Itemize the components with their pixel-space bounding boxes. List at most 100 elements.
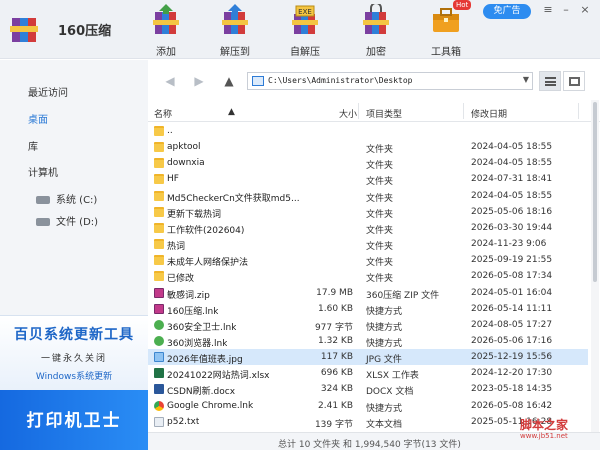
forward-icon[interactable]: ▶ (192, 74, 206, 88)
folder-icon (154, 174, 164, 185)
file-row[interactable]: 敏感词.zip 17.9 MB 360压缩 ZIP 文件 2024-05-01 16:… (148, 285, 588, 301)
drive-icon (36, 196, 50, 204)
file-size: 2.41 KB (318, 400, 353, 411)
file-size: 324 KB (320, 384, 353, 395)
column-date[interactable]: 修改日期 (471, 107, 507, 120)
column-name[interactable]: 名称 (154, 107, 172, 120)
file-row[interactable]: apktool 文件夹 2024-04-05 18:55 (148, 139, 588, 155)
file-date: 2024-12-20 17:30 (471, 368, 553, 379)
top-toolbar: 160压缩 添加 解压到 EXE 自解压 加密 工具箱 Hot 免广告 ≡ – … (0, 0, 600, 59)
grid-view-icon (569, 77, 580, 86)
file-date: 2025-09-19 21:55 (471, 255, 553, 266)
file-name: apktool (167, 142, 201, 153)
file-size: 696 KB (320, 368, 353, 379)
sidebar-item-recent[interactable]: 最近访问 (28, 84, 68, 99)
file-row[interactable]: 更新下载热词 文件夹 2025-05-06 18:16 (148, 204, 588, 220)
svg-text:EXE: EXE (298, 8, 312, 16)
extract-button[interactable]: 解压到 (207, 4, 263, 58)
file-type: DOCX 文档 (366, 387, 414, 398)
hot-badge: Hot (453, 0, 472, 10)
file-type: 文本文档 (366, 419, 403, 430)
sfx-button[interactable]: EXE 自解压 (277, 4, 333, 58)
encrypt-button[interactable]: 加密 (348, 2, 404, 58)
encrypt-label: 加密 (366, 47, 386, 58)
column-divider[interactable] (463, 103, 464, 119)
toolbox-button[interactable]: 工具箱 (418, 4, 474, 58)
file-date: 2023-05-18 14:35 (471, 384, 553, 395)
file-type: JPG 文件 (366, 355, 402, 366)
file-row[interactable]: downxia 文件夹 2024-04-05 18:55 (148, 155, 588, 171)
address-bar[interactable]: C:\Users\Administrator\Desktop ▼ (247, 72, 533, 90)
file-row[interactable]: Md5CheckerCn文件获取md5... 文件夹 2024-04-05 18:5… (148, 188, 588, 204)
file-row[interactable]: Google Chrome.lnk 2.41 KB 快捷方式 2026-05-08 1… (148, 398, 588, 414)
file-date: 2026-03-30 19:44 (471, 222, 553, 233)
list-view-button[interactable] (539, 71, 561, 91)
vertical-scrollbar[interactable] (591, 100, 599, 432)
file-date: 2026-05-08 17:34 (471, 271, 553, 282)
file-name: 360浏览器.lnk (167, 338, 228, 349)
back-icon[interactable]: ◀ (163, 74, 177, 88)
chevron-down-icon[interactable]: ▼ (523, 75, 529, 84)
file-size: 17.9 MB (316, 287, 353, 298)
close-icon[interactable]: × (577, 3, 593, 17)
file-row[interactable]: 热词 文件夹 2024-11-23 9:06 (148, 236, 588, 252)
sidebar-item-drive-d[interactable]: 文件 (D:) (36, 213, 98, 228)
file-row[interactable]: .. (148, 123, 588, 139)
ad1-link[interactable]: Windows系统更新 (0, 369, 148, 382)
file-row[interactable]: 160压缩.lnk 1.60 KB 快捷方式 2026-05-14 11:11 (148, 301, 588, 317)
remove-ads-button[interactable]: 免广告 (483, 4, 531, 19)
column-divider[interactable] (578, 103, 579, 119)
file-row[interactable]: 未成年人网络保护法 文件夹 2025-09-19 21:55 (148, 252, 588, 268)
file-date: 2026-05-06 17:16 (471, 335, 553, 346)
file-name: p52.txt (167, 416, 200, 427)
minimize-icon[interactable]: – (558, 3, 574, 17)
file-date: 2024-11-23 9:06 (471, 239, 547, 250)
scrollbar-thumb[interactable] (593, 102, 597, 282)
file-name: Google Chrome.lnk (167, 400, 254, 411)
ad-banner-update-tool[interactable]: 百贝系统更新工具 一键永久关闭 Windows系统更新 (0, 315, 148, 390)
shortcut-icon (154, 319, 164, 330)
file-name: 20241022网站热词.xlsx (167, 371, 270, 382)
drive-c-label: 系统 (C:) (56, 195, 98, 206)
file-name: downxia (167, 158, 205, 169)
file-row[interactable]: 工作软件(202604) 文件夹 2026-03-30 19:44 (148, 220, 588, 236)
file-row[interactable]: CSDN刷新.docx 324 KB DOCX 文档 2023-05-18 14:35 (148, 381, 588, 397)
add-button[interactable]: 添加 (138, 4, 194, 58)
file-row[interactable]: 360浏览器.lnk 1.32 KB 快捷方式 2026-05-06 17:16 (148, 333, 588, 349)
up-folder-icon[interactable]: ▲ (222, 74, 236, 88)
file-row[interactable]: 已修改 文件夹 2026-05-08 17:34 (148, 268, 588, 284)
file-type: 文件夹 (366, 177, 394, 188)
ad-banner-printer[interactable]: 打印机卫士 (0, 390, 148, 450)
extract-label: 解压到 (220, 47, 250, 58)
file-date: 2026-05-14 11:11 (471, 303, 553, 314)
extract-icon (222, 4, 248, 34)
file-type: 文件夹 (366, 209, 394, 220)
file-size: 117 KB (320, 352, 353, 363)
sfx-exe-icon: EXE (292, 5, 318, 34)
archive-icon (154, 287, 164, 298)
menu-icon[interactable]: ≡ (540, 3, 556, 17)
file-row[interactable]: 360安全卫士.lnk 977 字节 快捷方式 2024-08-05 17:27 (148, 317, 588, 333)
folder-icon (154, 222, 164, 233)
file-type: 360压缩 ZIP 文件 (366, 290, 440, 301)
file-name: 工作软件(202604) (167, 225, 245, 236)
column-type[interactable]: 项目类型 (366, 107, 402, 120)
file-row[interactable]: 2026年值班表.jpg 117 KB JPG 文件 2025-12-19 15:56 (148, 349, 588, 366)
file-size: 1.60 KB (318, 303, 353, 314)
file-date: 2024-04-05 18:55 (471, 142, 553, 153)
drive-d-label: 文件 (D:) (56, 217, 99, 228)
file-date: 2024-05-01 16:04 (471, 287, 553, 298)
file-row[interactable]: HF 文件夹 2024-07-31 18:41 (148, 171, 588, 187)
file-row[interactable]: 20241022网站热词.xlsx 696 KB XLSX 工作表 2024-12-2… (148, 365, 588, 381)
sidebar-item-desktop[interactable]: 桌面 (28, 111, 48, 126)
grid-view-button[interactable] (563, 71, 585, 91)
sidebar-item-drive-c[interactable]: 系统 (C:) (36, 191, 97, 206)
file-type: 文件夹 (366, 161, 394, 172)
file-name: .. (167, 126, 173, 136)
column-divider[interactable] (358, 103, 359, 119)
list-view-icon (545, 77, 556, 86)
sidebar-item-library[interactable]: 库 (28, 138, 38, 153)
sidebar-item-computer[interactable]: 计算机 (28, 164, 58, 179)
sort-arrow-icon: ▲ (228, 107, 235, 117)
column-size[interactable]: 大小 (339, 107, 357, 120)
